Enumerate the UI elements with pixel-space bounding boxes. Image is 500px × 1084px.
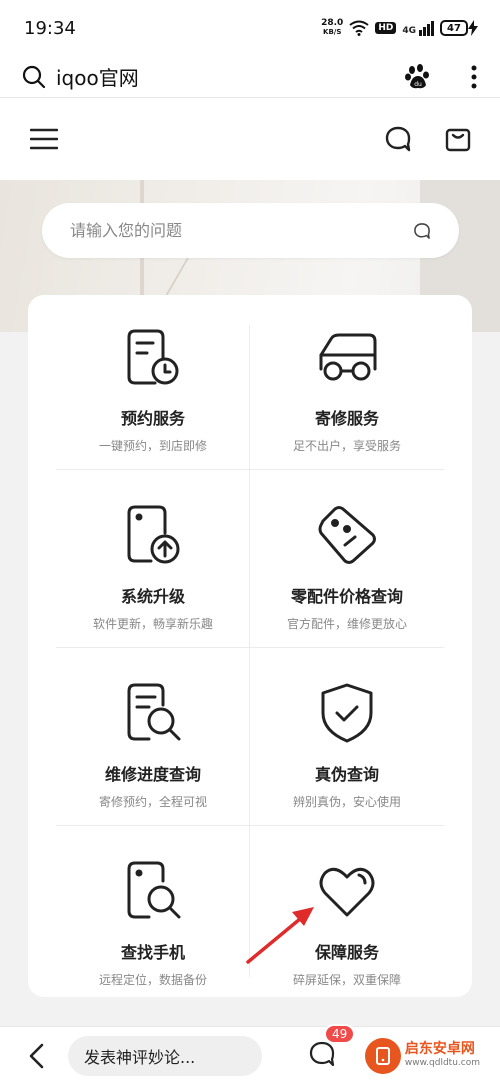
heart-icon [315, 859, 379, 923]
watermark-logo-icon [364, 1037, 401, 1074]
status-icons: 28.0 KB/S HD 4G 47 [321, 19, 478, 37]
comment-icon[interactable] [308, 1040, 336, 1068]
service-parts-price[interactable]: 零配件价格查询 官方配件，维修更放心 [250, 473, 444, 648]
question-search-box[interactable] [42, 203, 459, 258]
hd-badge: HD [375, 22, 397, 34]
phone-search-icon [121, 859, 185, 923]
service-title: 维修进度查询 [104, 765, 201, 784]
service-subtitle: 一键预约，到店即修 [98, 439, 207, 453]
wifi-icon [349, 20, 369, 36]
service-subtitle: 软件更新，畅享新乐趣 [92, 617, 213, 631]
site-header [0, 98, 500, 180]
watermark: 启东安卓网 www.qdldtu.com [364, 1037, 480, 1074]
annotation-arrow [246, 907, 314, 964]
battery-indicator: 47 [440, 20, 478, 36]
service-appointment[interactable]: 预约服务 一键预约，到店即修 [56, 295, 250, 470]
baidu-paw-icon[interactable]: du [404, 63, 432, 91]
status-time: 19:34 [24, 17, 76, 39]
status-bar: 19:34 28.0 KB/S HD 4G 47 [0, 0, 500, 56]
service-subtitle: 足不出户，享受服务 [292, 439, 401, 453]
service-subtitle: 寄修预约，全程可视 [98, 795, 207, 809]
services-grid: 预约服务 一键预约，到店即修 寄修服务 足不出户，享受服务 系统升级 软件更新，… [56, 295, 444, 997]
menu-icon[interactable] [30, 128, 58, 150]
service-title: 系统升级 [120, 587, 185, 606]
service-find-phone[interactable]: 查找手机 远程定位，数据备份 [56, 829, 250, 1004]
service-title: 寄修服务 [314, 409, 379, 428]
search-chat-icon[interactable] [413, 222, 431, 240]
service-title: 预约服务 [120, 409, 185, 428]
document-search-icon [121, 681, 185, 745]
services-card: 预约服务 一键预约，到店即修 寄修服务 足不出户，享受服务 系统升级 软件更新，… [28, 295, 472, 997]
service-subtitle: 官方配件，维修更放心 [286, 617, 407, 631]
bottom-bar: 发表神评妙论... 49 启东安卓网 www.qdldtu.com [0, 1023, 500, 1084]
service-title: 零配件价格查询 [290, 587, 403, 606]
service-system-upgrade[interactable]: 系统升级 软件更新，畅享新乐趣 [56, 473, 250, 648]
price-tag-icon [315, 503, 379, 567]
charging-icon [468, 20, 478, 36]
comment-input[interactable]: 发表神评妙论... [68, 1035, 262, 1076]
browser-query[interactable]: iqoo官网 [56, 62, 139, 91]
calendar-clock-icon [121, 325, 185, 389]
service-title: 真伪查询 [314, 765, 379, 784]
watermark-text: 启东安卓网 www.qdldtu.com [404, 1040, 480, 1068]
more-vertical-icon[interactable] [470, 64, 478, 90]
service-title: 保障服务 [314, 943, 379, 962]
svg-text:du: du [414, 81, 422, 88]
shield-check-icon [315, 681, 379, 745]
service-subtitle: 远程定位，数据备份 [98, 973, 207, 987]
service-subtitle: 辨别真伪，安心使用 [292, 795, 401, 809]
service-mail-repair[interactable]: 寄修服务 足不出户，享受服务 [250, 295, 444, 470]
service-title: 查找手机 [120, 943, 185, 962]
network-speed: 28.0 KB/S [321, 18, 344, 37]
service-subtitle: 碎屏延保，双重保障 [292, 973, 401, 987]
search-icon[interactable] [22, 65, 46, 89]
service-repair-progress[interactable]: 维修进度查询 寄修预约，全程可视 [56, 651, 250, 826]
question-search-input[interactable] [70, 221, 413, 240]
back-icon[interactable] [28, 1043, 44, 1069]
car-icon [315, 325, 379, 389]
comment-count-badge: 49 [324, 1023, 356, 1044]
bag-icon[interactable] [444, 125, 472, 153]
chat-icon[interactable] [384, 125, 412, 153]
signal-icon: 4G [402, 20, 434, 36]
browser-search-bar[interactable]: iqoo官网 du [0, 56, 500, 98]
service-authenticity[interactable]: 真伪查询 辨别真伪，安心使用 [250, 651, 444, 826]
comments-button[interactable]: 49 [308, 1023, 356, 1072]
phone-upgrade-icon [121, 503, 185, 567]
